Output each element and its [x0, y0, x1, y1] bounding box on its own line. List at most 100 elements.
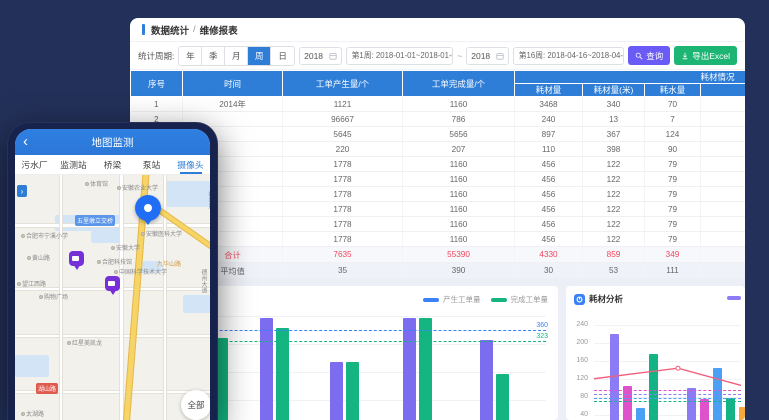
- table-cell: 79: [645, 217, 701, 232]
- poi-icon: [17, 282, 21, 286]
- period-option-季[interactable]: 季: [202, 47, 225, 65]
- tab-桥梁[interactable]: 桥梁: [93, 155, 132, 174]
- table-cell: 1121: [283, 97, 403, 112]
- poi-icon: [21, 412, 25, 416]
- table-cell: 4330: [515, 247, 583, 263]
- table-cell: 1160: [403, 97, 515, 112]
- tab-泵站[interactable]: 泵站: [132, 155, 171, 174]
- camera-marker[interactable]: [105, 276, 120, 291]
- period-option-月[interactable]: 月: [225, 47, 248, 65]
- legend-item-完成工单量[interactable]: 完成工单量: [491, 294, 549, 305]
- map-view[interactable]: › 全部 五里墩立交桥湖山路体育馆安徽农业大学合肥市宁溪小学安徽医科大学安徽大学…: [15, 175, 210, 420]
- camera-marker[interactable]: [69, 251, 84, 266]
- table-cell: 122: [583, 232, 645, 247]
- map-road: [15, 334, 210, 338]
- col-time: 时间: [183, 71, 283, 97]
- breadcrumb-section: 数据统计: [151, 23, 189, 37]
- legend-label: 产生工单量: [443, 294, 481, 305]
- map-label: 安徽大学: [111, 243, 140, 252]
- y-tick-label: 240: [572, 321, 588, 328]
- map-label-text: 德州大道: [199, 269, 208, 293]
- year-start-select[interactable]: 2018: [299, 47, 342, 65]
- chart-legend-partial: [727, 296, 741, 300]
- map-water-patch: [91, 231, 121, 243]
- map-label: 合肥市宁溪小学: [21, 231, 68, 240]
- year-end-select[interactable]: 2018: [466, 47, 509, 65]
- poi-icon: [39, 295, 43, 299]
- poi-icon: [27, 256, 31, 260]
- period-option-日[interactable]: 日: [271, 47, 294, 65]
- table-cell: 129: [701, 127, 746, 142]
- period-option-年[interactable]: 年: [179, 47, 202, 65]
- map-label-text: 合肥科技馆: [102, 257, 132, 266]
- table-cell: 398: [583, 142, 645, 157]
- poi-icon: [67, 341, 71, 345]
- table-cell: 79: [645, 232, 701, 247]
- map-label: 德州大道: [199, 269, 208, 293]
- poi-icon: [114, 270, 118, 274]
- chart-title: 耗材分析: [589, 293, 623, 305]
- table-cell: 7635: [283, 247, 403, 263]
- table-cell: 340: [583, 97, 645, 112]
- all-filter-button[interactable]: 全部: [181, 390, 210, 420]
- table-cell: 456: [515, 187, 583, 202]
- table-row: 356455656897367124129: [131, 127, 746, 142]
- table-cell: 19: [701, 142, 746, 157]
- table-cell: 53: [583, 263, 645, 279]
- bar-consumable: [636, 408, 645, 420]
- map-label-text: 桐城路: [206, 191, 210, 209]
- map-label: 中国科学技术大学: [114, 267, 167, 276]
- tab-摄像头[interactable]: 摄像头: [171, 155, 210, 174]
- table-cell: 456: [515, 157, 583, 172]
- period-option-周[interactable]: 周: [248, 47, 271, 65]
- map-label-text: 安徽农业大学: [122, 183, 158, 192]
- table-cell: 3468: [515, 97, 583, 112]
- average-line-label: 360: [536, 322, 548, 329]
- table-cell: 1778: [283, 157, 403, 172]
- poi-icon: [85, 182, 89, 186]
- week-range-end-input[interactable]: 第16周: 2018-04-16~2018-04-22: [513, 47, 624, 65]
- map-expander-button[interactable]: ›: [17, 185, 27, 197]
- subcol-3: 耗水量: [645, 84, 701, 97]
- poi-icon: [117, 186, 121, 190]
- breadcrumb: 数据统计 / 维修报表: [130, 18, 745, 42]
- tab-污水厂[interactable]: 污水厂: [15, 155, 54, 174]
- phone-page-title: 地图监测: [92, 135, 134, 150]
- export-excel-button[interactable]: 导出Excel: [674, 46, 737, 65]
- map-label: 安徽医科大学: [141, 229, 182, 238]
- calendar-icon: [496, 52, 504, 60]
- table-cell: 897: [515, 127, 583, 142]
- col-created: 工单产生量/个: [283, 71, 403, 97]
- table-cell: 111: [645, 263, 701, 279]
- table-cell: 1778: [283, 187, 403, 202]
- table-header: 序号 时间 工单产生量/个 工单完成量/个 耗材情况 耗材量 耗材量(米) 耗水…: [131, 71, 746, 97]
- mobile-phone: ‹ 地图监测 污水厂监测站桥梁泵站摄像头 › 全部 五里墩立交桥湖山路体育馆: [7, 122, 218, 420]
- back-button[interactable]: ‹: [23, 130, 28, 154]
- legend-item-产生工单量[interactable]: 产生工单量: [423, 294, 481, 305]
- table-cell: 122: [583, 187, 645, 202]
- bar-consumable: [623, 386, 632, 420]
- map-label: 太湖路: [21, 409, 44, 418]
- breadcrumb-accent: [142, 24, 145, 35]
- table-cell: 5656: [403, 127, 515, 142]
- search-button[interactable]: 查询: [628, 46, 670, 65]
- poi-icon: [141, 232, 145, 236]
- map-label-text: 太湖路: [26, 409, 44, 418]
- map-label: 安徽农业大学: [117, 183, 158, 192]
- week-range-start-input[interactable]: 第1周: 2018-01-01~2018-01-07: [346, 47, 454, 65]
- calendar-icon: [329, 52, 337, 60]
- table-cell: 124: [645, 127, 701, 142]
- table-average-row: 平均值353903053111140: [131, 263, 746, 279]
- y-tick-label: 160: [572, 357, 588, 364]
- chart-icon: [574, 294, 585, 305]
- map-label-text: 望江西路: [22, 279, 46, 288]
- table-cell: 456: [515, 202, 583, 217]
- map-pin-selected[interactable]: [135, 195, 161, 221]
- table-total-row: 合计7635553904330859349330: [131, 247, 746, 263]
- search-icon: [635, 52, 643, 60]
- table-cell: 456: [515, 172, 583, 187]
- range-separator: ~: [457, 51, 462, 61]
- table-cell: 122: [583, 202, 645, 217]
- tab-监测站[interactable]: 监测站: [54, 155, 93, 174]
- table-cell: 390: [403, 263, 515, 279]
